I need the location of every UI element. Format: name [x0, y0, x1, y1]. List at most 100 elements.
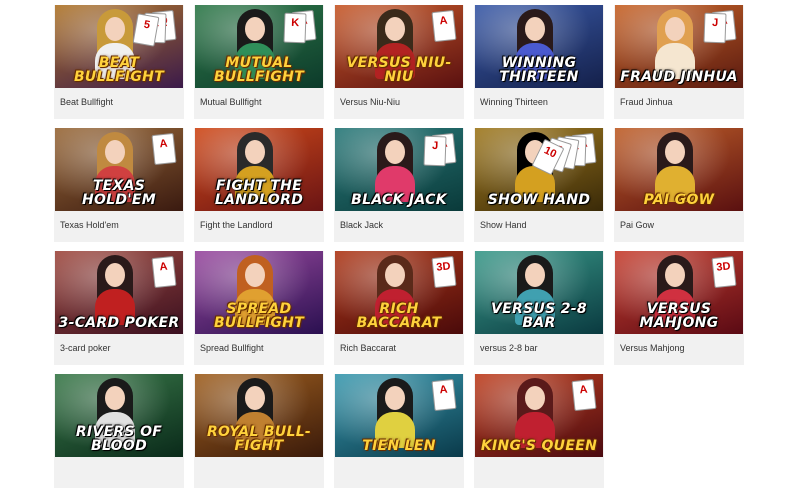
playing-card: A — [431, 378, 457, 412]
game-thumbnail[interactable]: QK5BEAT BULLFIGHT — [55, 5, 183, 88]
playing-card: A — [151, 255, 177, 289]
game-thumbnail[interactable]: A KING'S QUEEN — [475, 374, 603, 457]
character-face — [665, 17, 685, 41]
game-thumbnail[interactable]: A VERSUS NIU-NIU — [335, 5, 463, 88]
playing-card: A — [431, 9, 457, 43]
game-thumbnail[interactable]: ROYAL BULL-FIGHT — [195, 374, 323, 457]
game-card[interactable]: 3D VERSUS MAHJONG Versus Mahjong — [614, 251, 744, 365]
game-label[interactable]: Mutual Bullfight — [194, 88, 324, 107]
playing-card: J — [703, 12, 727, 44]
game-card[interactable]: 3D RICH BACCARAT Rich Baccarat — [334, 251, 464, 365]
playing-card: A — [571, 378, 597, 412]
character-face — [245, 140, 265, 164]
game-label[interactable]: Rich Baccarat — [334, 334, 464, 353]
game-art-title: KING'S QUEEN — [480, 438, 598, 454]
game-thumbnail[interactable]: A TIEN LEN — [335, 374, 463, 457]
game-label[interactable]: Winning Thirteen — [474, 88, 604, 107]
game-thumbnail[interactable]: AKMUTUAL BULLFIGHT — [195, 5, 323, 88]
game-art-title: BEAT BULLFIGHT — [73, 55, 165, 85]
game-art-title: FIGHT THE LANDLORD — [214, 178, 304, 208]
game-grid: QK5BEAT BULLFIGHTBeat Bullfight A K MUTUAL … — [54, 5, 744, 488]
game-art-title: FRAUD JINHUA — [620, 69, 738, 85]
game-thumbnail[interactable]: RIVERS OF BLOOD — [55, 374, 183, 457]
character-face — [245, 263, 265, 287]
game-thumbnail[interactable]: SPREAD BULLFIGHT — [195, 251, 323, 334]
character-illustration — [653, 9, 697, 79]
game-card[interactable]: A TIEN LEN — [334, 374, 464, 488]
playing-card: 3D — [431, 255, 457, 289]
game-art-title: MUTUAL BULLFIGHT — [213, 55, 305, 85]
character-illustration — [653, 132, 697, 202]
game-thumbnail[interactable]: AKQJ10SHOW HAND — [475, 128, 603, 211]
game-label[interactable]: 3-card poker — [54, 334, 184, 353]
game-label[interactable]: Spread Bullfight — [194, 334, 324, 353]
game-card[interactable]: QK5BEAT BULLFIGHTBeat Bullfight — [54, 5, 184, 119]
game-thumbnail[interactable]: PAI GOW — [615, 128, 743, 211]
game-label[interactable]: Beat Bullfight — [54, 88, 184, 107]
game-card[interactable]: AKQJ10SHOW HANDShow Hand — [474, 128, 604, 242]
game-label[interactable]: Fraud Jinhua — [614, 88, 744, 107]
game-label[interactable]: versus 2-8 bar — [474, 334, 604, 353]
game-thumbnail[interactable]: AJBLACK JACK — [335, 128, 463, 211]
character-face — [245, 386, 265, 410]
game-card[interactable]: AJFRAUD JINHUAFraud Jinhua — [614, 5, 744, 119]
game-thumbnail[interactable]: 3D RICH BACCARAT — [335, 251, 463, 334]
game-card[interactable]: A 3-CARD POKER 3-card poker — [54, 251, 184, 365]
game-label[interactable]: Versus Mahjong — [614, 334, 744, 353]
game-label[interactable]: Versus Niu-Niu — [334, 88, 464, 107]
character-face — [385, 263, 405, 287]
game-card[interactable]: VERSUS 2-8 BAR versus 2-8 bar — [474, 251, 604, 365]
game-art-title: 3-CARD POKER — [58, 315, 180, 331]
game-thumbnail[interactable]: VERSUS 2-8 BAR — [475, 251, 603, 334]
game-label[interactable]: Pai Gow — [614, 211, 744, 230]
game-card[interactable]: PAI GOW Pai Gow — [614, 128, 744, 242]
character-face — [105, 140, 125, 164]
character-face — [245, 17, 265, 41]
game-thumbnail[interactable]: FIGHT THE LANDLORD — [195, 128, 323, 211]
character-face — [665, 263, 685, 287]
game-label[interactable]: Black Jack — [334, 211, 464, 230]
game-thumbnail[interactable]: WINNING THIRTEEN — [475, 5, 603, 88]
character-illustration — [93, 255, 137, 325]
game-art-title: VERSUS MAHJONG — [639, 301, 719, 331]
character-face — [525, 263, 545, 287]
playing-card: A — [151, 132, 177, 166]
character-face — [105, 386, 125, 410]
game-card[interactable]: AJBLACK JACKBlack Jack — [334, 128, 464, 242]
game-art-title: TEXAS HOLD'EM — [81, 178, 157, 208]
game-card[interactable]: AKMUTUAL BULLFIGHTMutual Bullfight — [194, 5, 324, 119]
game-art-title: WINNING THIRTEEN — [499, 55, 579, 85]
game-card[interactable]: WINNING THIRTEEN Winning Thirteen — [474, 5, 604, 119]
game-thumbnail[interactable]: A TEXAS HOLD'EM — [55, 128, 183, 211]
game-art-title: ROYAL BULL-FIGHT — [206, 424, 312, 454]
character-face — [525, 17, 545, 41]
game-label[interactable]: Show Hand — [474, 211, 604, 230]
playing-card: 3D — [711, 255, 737, 289]
game-label[interactable]: Texas Hold'em — [54, 211, 184, 230]
game-card[interactable]: ROYAL BULL-FIGHT — [194, 374, 324, 488]
game-thumbnail[interactable]: A 3-CARD POKER — [55, 251, 183, 334]
game-art-title: TIEN LEN — [362, 438, 436, 454]
game-card[interactable]: A VERSUS NIU-NIU Versus Niu-Niu — [334, 5, 464, 119]
game-art-title: PAI GOW — [643, 192, 715, 208]
game-card[interactable]: A KING'S QUEEN — [474, 374, 604, 488]
character-face — [665, 140, 685, 164]
game-art-title: SPREAD BULLFIGHT — [213, 301, 305, 331]
character-face — [525, 386, 545, 410]
game-card[interactable]: RIVERS OF BLOOD — [54, 374, 184, 488]
character-face — [105, 17, 125, 41]
game-card[interactable]: FIGHT THE LANDLORD Fight the Landlord — [194, 128, 324, 242]
game-label[interactable]: Fight the Landlord — [194, 211, 324, 230]
game-art-title: VERSUS NIU-NIU — [346, 55, 452, 85]
game-thumbnail[interactable]: 3D VERSUS MAHJONG — [615, 251, 743, 334]
game-thumbnail[interactable]: AJFRAUD JINHUA — [615, 5, 743, 88]
character-face — [105, 263, 125, 287]
character-illustration — [373, 378, 417, 448]
game-art-title: RIVERS OF BLOOD — [75, 424, 163, 454]
game-card[interactable]: SPREAD BULLFIGHT Spread Bullfight — [194, 251, 324, 365]
game-art-title: SHOW HAND — [487, 192, 591, 208]
character-face — [385, 386, 405, 410]
game-card[interactable]: A TEXAS HOLD'EM Texas Hold'em — [54, 128, 184, 242]
game-art-title: RICH BACCARAT — [356, 301, 442, 331]
game-art-title: VERSUS 2-8 BAR — [491, 301, 587, 331]
